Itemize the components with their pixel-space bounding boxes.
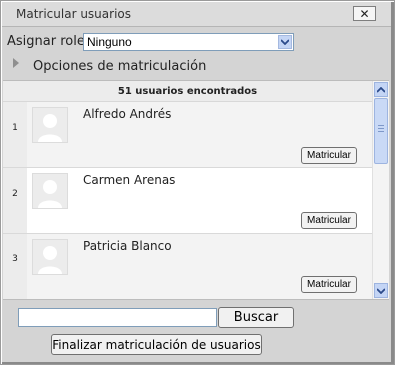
avatar — [32, 173, 68, 209]
user-row: 2 Carmen Arenas Matricular — [3, 168, 372, 234]
scroll-up-icon[interactable] — [374, 82, 388, 97]
avatar — [32, 239, 68, 275]
user-row: 3 Patricia Blanco Matricular — [3, 234, 372, 299]
assign-roles-select[interactable]: Ninguno — [83, 33, 294, 51]
search-input[interactable] — [18, 308, 217, 327]
user-row: 1 Alfredo Andrés Matricular — [3, 102, 372, 168]
assign-roles-label: Asignar roles — [7, 34, 92, 49]
avatar — [32, 107, 68, 143]
enrol-users-dialog: Matricular usuarios ✕ Asignar roles Ning… — [0, 0, 395, 365]
row-number-column — [3, 234, 27, 299]
assign-roles-value: Ninguno — [87, 35, 132, 49]
close-button[interactable]: ✕ — [353, 6, 376, 21]
row-number-column — [3, 102, 27, 167]
chevron-down-icon[interactable] — [278, 35, 292, 49]
scroll-down-icon[interactable] — [374, 283, 388, 298]
user-list: 51 usuarios encontrados 1 Alfredo Andrés… — [3, 80, 389, 300]
expand-triangle-icon — [13, 58, 19, 68]
dialog-shadow-bottom — [2, 362, 394, 364]
row-number-column — [3, 168, 27, 233]
row-number: 3 — [12, 254, 18, 264]
dialog-shadow-right — [391, 2, 394, 363]
user-name: Alfredo Andrés — [83, 107, 172, 121]
search-button[interactable]: Buscar — [218, 307, 294, 328]
vertical-scrollbar[interactable] — [372, 81, 389, 299]
close-icon: ✕ — [359, 6, 370, 21]
user-name: Carmen Arenas — [83, 173, 176, 187]
user-name: Patricia Blanco — [83, 239, 172, 253]
enrol-user-button[interactable]: Matricular — [301, 147, 357, 164]
dialog-titlebar: Matricular usuarios ✕ — [2, 2, 392, 27]
row-number: 1 — [12, 123, 18, 133]
enrol-options-label: Opciones de matriculación — [33, 59, 207, 74]
user-count: 51 usuarios encontrados — [3, 81, 372, 102]
dialog-title: Matricular usuarios — [16, 7, 131, 21]
row-number: 2 — [12, 189, 18, 199]
finish-enrolment-button[interactable]: Finalizar matriculación de usuarios — [51, 334, 262, 355]
enrol-user-button[interactable]: Matricular — [301, 276, 357, 293]
scrollbar-thumb[interactable] — [374, 98, 388, 164]
enrol-user-button[interactable]: Matricular — [301, 212, 357, 229]
